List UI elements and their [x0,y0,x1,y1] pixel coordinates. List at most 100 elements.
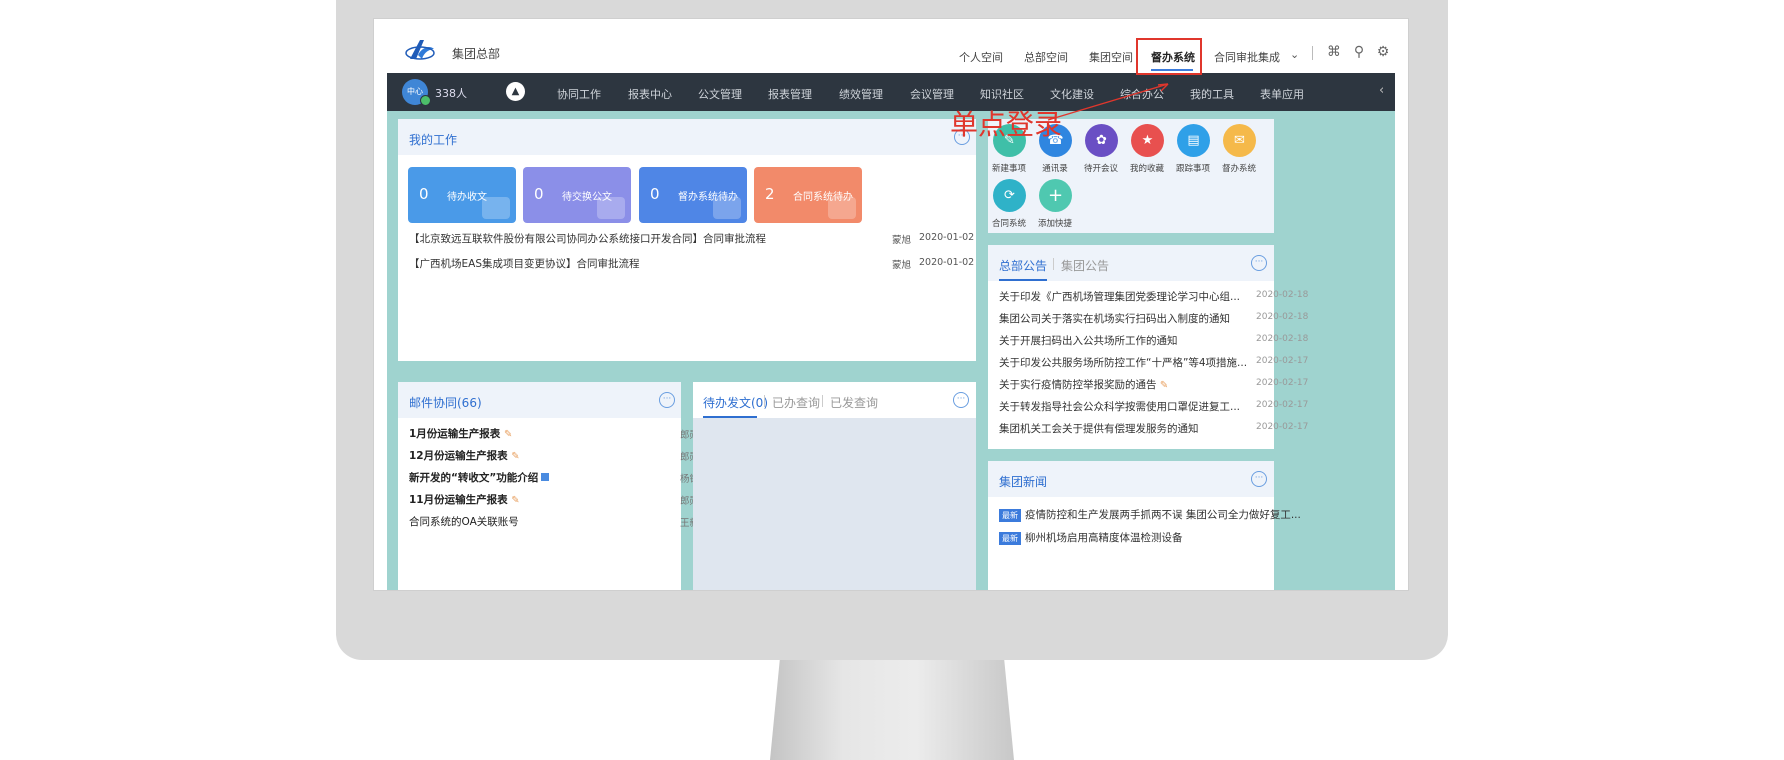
org-name: 集团总部 [452,47,501,61]
announcement-date: 2020-02-17 [1256,356,1309,366]
nav-report-center[interactable]: 报表中心 [628,86,672,102]
tile-pending-exchange[interactable]: 0 待交换公文 [523,167,631,223]
announcements-card: 总部公告 集团公告 ··· 关于印发《广西机场管理集团党委理论学习中心组... … [988,245,1308,449]
tracking-icon[interactable]: ▤ [1177,124,1210,157]
tile-supervision-pending[interactable]: 0 督办系统待办 [639,167,747,223]
nav-meetings[interactable]: 会议管理 [910,86,954,102]
main-navbar: 中心 338人 ▲ 协同工作 报表中心 公文管理 报表管理 绩效管理 会议管理 … [387,73,1395,111]
screen: 集团总部 个人空间 总部空间 集团空间 督办系统 合同审批集成 ⌄ ⌘ ⚲ ⚙ … [373,18,1409,591]
search-icon[interactable]: ⚲ [1351,44,1367,60]
tile-pending-receipt[interactable]: 0 待办收文 [408,167,516,223]
work-item-title[interactable]: 【广西机场EAS集成项目变更协议】合同审批流程 [409,256,639,271]
more-icon[interactable]: ··· [1251,255,1267,271]
attachment-icon: ✎ [511,451,520,462]
nav-form-apps[interactable]: 表单应用 [1260,86,1304,102]
top-header: 集团总部 个人空间 总部空间 集团空间 督办系统 合同审批集成 ⌄ ⌘ ⚲ ⚙ [374,19,1408,73]
list-item[interactable]: 关于转发指导社会公众科学按需使用口罩促进复工... [999,399,1240,414]
divider [764,395,765,407]
nav-collaboration[interactable]: 协同工作 [557,86,601,102]
nav-document-management[interactable]: 公文管理 [698,86,742,102]
monitor-stand [770,660,1014,760]
add-shortcut-icon[interactable]: + [1039,179,1072,212]
card-header: 待办发文(0) 已办查询 已发查询 ··· [693,382,976,418]
list-item[interactable]: 12月份运输生产报表 ✎ [409,448,520,463]
tile-contract-pending[interactable]: 2 合同系统待办 [754,167,862,223]
nav-report-management[interactable]: 报表管理 [768,86,812,102]
work-item-title[interactable]: 【北京致远互联软件股份有限公司协同办公系统接口开发合同】合同审批流程 [409,231,766,246]
list-item[interactable]: 集团公司关于落实在机场实行扫码出入制度的通知 [999,311,1230,326]
active-tab-underline [703,416,757,418]
list-item[interactable]: 最新 柳州机场启用高精度体温检测设备 [999,530,1183,545]
my-work-card: 我的工作 ··· 0 待办收文 0 待交换公文 0 督办系统待办 2 合同系统待… [398,119,976,361]
company-logo [405,40,435,60]
list-item[interactable]: 1月份运输生产报表 ✎ [409,426,512,441]
topnav-group-space[interactable]: 集团空间 [1089,49,1133,65]
chevron-left-icon[interactable]: ‹ [1379,83,1384,98]
tab-pending-outgoing[interactable]: 待办发文(0) [703,394,768,411]
mail-card: 邮件协同(66) ··· 1月份运输生产报表 ✎ 郎勋 12月份运输生产报表 ✎… [398,382,709,590]
online-count[interactable]: 338人 [435,85,467,101]
favorites-icon[interactable]: ★ [1131,124,1164,157]
work-item-date: 2020-01-02 [919,232,975,243]
announcement-text: 关于实行疫情防控举报奖励的通告 [999,379,1157,391]
work-item-date: 2020-01-02 [919,257,975,268]
topnav-personal-space[interactable]: 个人空间 [959,49,1003,65]
work-item-sender: 蒙旭 [892,235,912,246]
news-badge: 最新 [999,509,1021,522]
news-title[interactable]: 集团新闻 [999,473,1047,490]
tab-hq-announcements[interactable]: 总部公告 [999,257,1047,274]
announcement-date: 2020-02-18 [1256,290,1309,300]
card-header: 我的工作 ··· [398,119,976,155]
mail-subject: 12月份运输生产报表 [409,450,508,462]
tab-group-announcements[interactable]: 集团公告 [1061,257,1109,274]
topnav-contract-approval[interactable]: 合同审批集成 [1214,49,1280,65]
gear-icon[interactable]: ⚙ [1375,44,1391,60]
more-icon[interactable]: ··· [953,392,969,408]
active-tab-underline [999,279,1047,281]
work-item-sender: 蒙旭 [892,260,912,271]
more-icon[interactable]: ··· [659,392,675,408]
quick-label: 督办系统 [1221,164,1256,174]
tile-count: 0 [534,185,544,203]
list-item[interactable]: 新开发的“转收文”功能介绍 [409,470,550,485]
news-badge: 最新 [999,532,1021,545]
announcement-date: 2020-02-18 [1256,334,1309,344]
card-header: 邮件协同(66) ··· [398,382,681,418]
collapse-up-icon[interactable]: ▲ [506,82,525,101]
list-item[interactable]: 关于实行疫情防控举报奖励的通告 ✎ [999,377,1168,392]
nav-my-tools[interactable]: 我的工具 [1190,86,1234,102]
tab-done-query[interactable]: 已办查询 [772,394,820,411]
quick-label: 添加快捷 [1037,219,1072,229]
divider [822,395,823,407]
list-item[interactable]: 关于印发公共服务场所防控工作“十严格”等4项措施... [999,355,1247,370]
mail-title[interactable]: 邮件协同(66) [409,394,482,411]
meetings-icon[interactable]: ✿ [1085,124,1118,157]
topnav-hq-space[interactable]: 总部空间 [1024,49,1068,65]
card-header: 总部公告 集团公告 ··· [988,245,1274,281]
list-item[interactable]: 集团机关工会关于提供有偿理发服务的通知 [999,421,1199,436]
mail-subject: 新开发的“转收文”功能介绍 [409,472,539,484]
more-icon[interactable]: ··· [1251,471,1267,487]
tab-sent-query[interactable]: 已发查询 [830,394,878,411]
apps-grid-icon[interactable]: ⌘ [1326,44,1342,60]
nav-knowledge[interactable]: 知识社区 [980,86,1024,102]
divider [1312,46,1313,60]
news-text: 疫情防控和生产发展两手抓两不误 集团公司全力做好复工... [1025,509,1301,521]
contract-system-icon[interactable]: ⟳ [993,179,1026,212]
list-item[interactable]: 关于开展扫码出入公共场所工作的通知 [999,333,1178,348]
list-item[interactable]: 最新 疫情防控和生产发展两手抓两不误 集团公司全力做好复工... [999,507,1301,522]
announcement-date: 2020-02-17 [1256,378,1309,388]
news-text: 柳州机场启用高精度体温检测设备 [1025,532,1183,544]
nav-performance[interactable]: 绩效管理 [839,86,883,102]
news-card: 集团新闻 ··· 最新 疫情防控和生产发展两手抓两不误 集团公司全力做好复工...… [988,461,1301,590]
chevron-down-icon[interactable]: ⌄ [1290,48,1299,61]
announcement-date: 2020-02-17 [1256,422,1309,432]
list-item[interactable]: 11月份运输生产报表 ✎ [409,492,520,507]
tile-decoration-icon [828,197,856,219]
mail-subject: 1月份运输生产报表 [409,428,501,440]
announcement-date: 2020-02-18 [1256,312,1309,322]
mail-subject: 11月份运输生产报表 [409,494,508,506]
list-item[interactable]: 合同系统的OA关联账号 [409,514,519,529]
supervision-icon[interactable]: ✉ [1223,124,1256,157]
list-item[interactable]: 关于印发《广西机场管理集团党委理论学习中心组... [999,289,1240,304]
